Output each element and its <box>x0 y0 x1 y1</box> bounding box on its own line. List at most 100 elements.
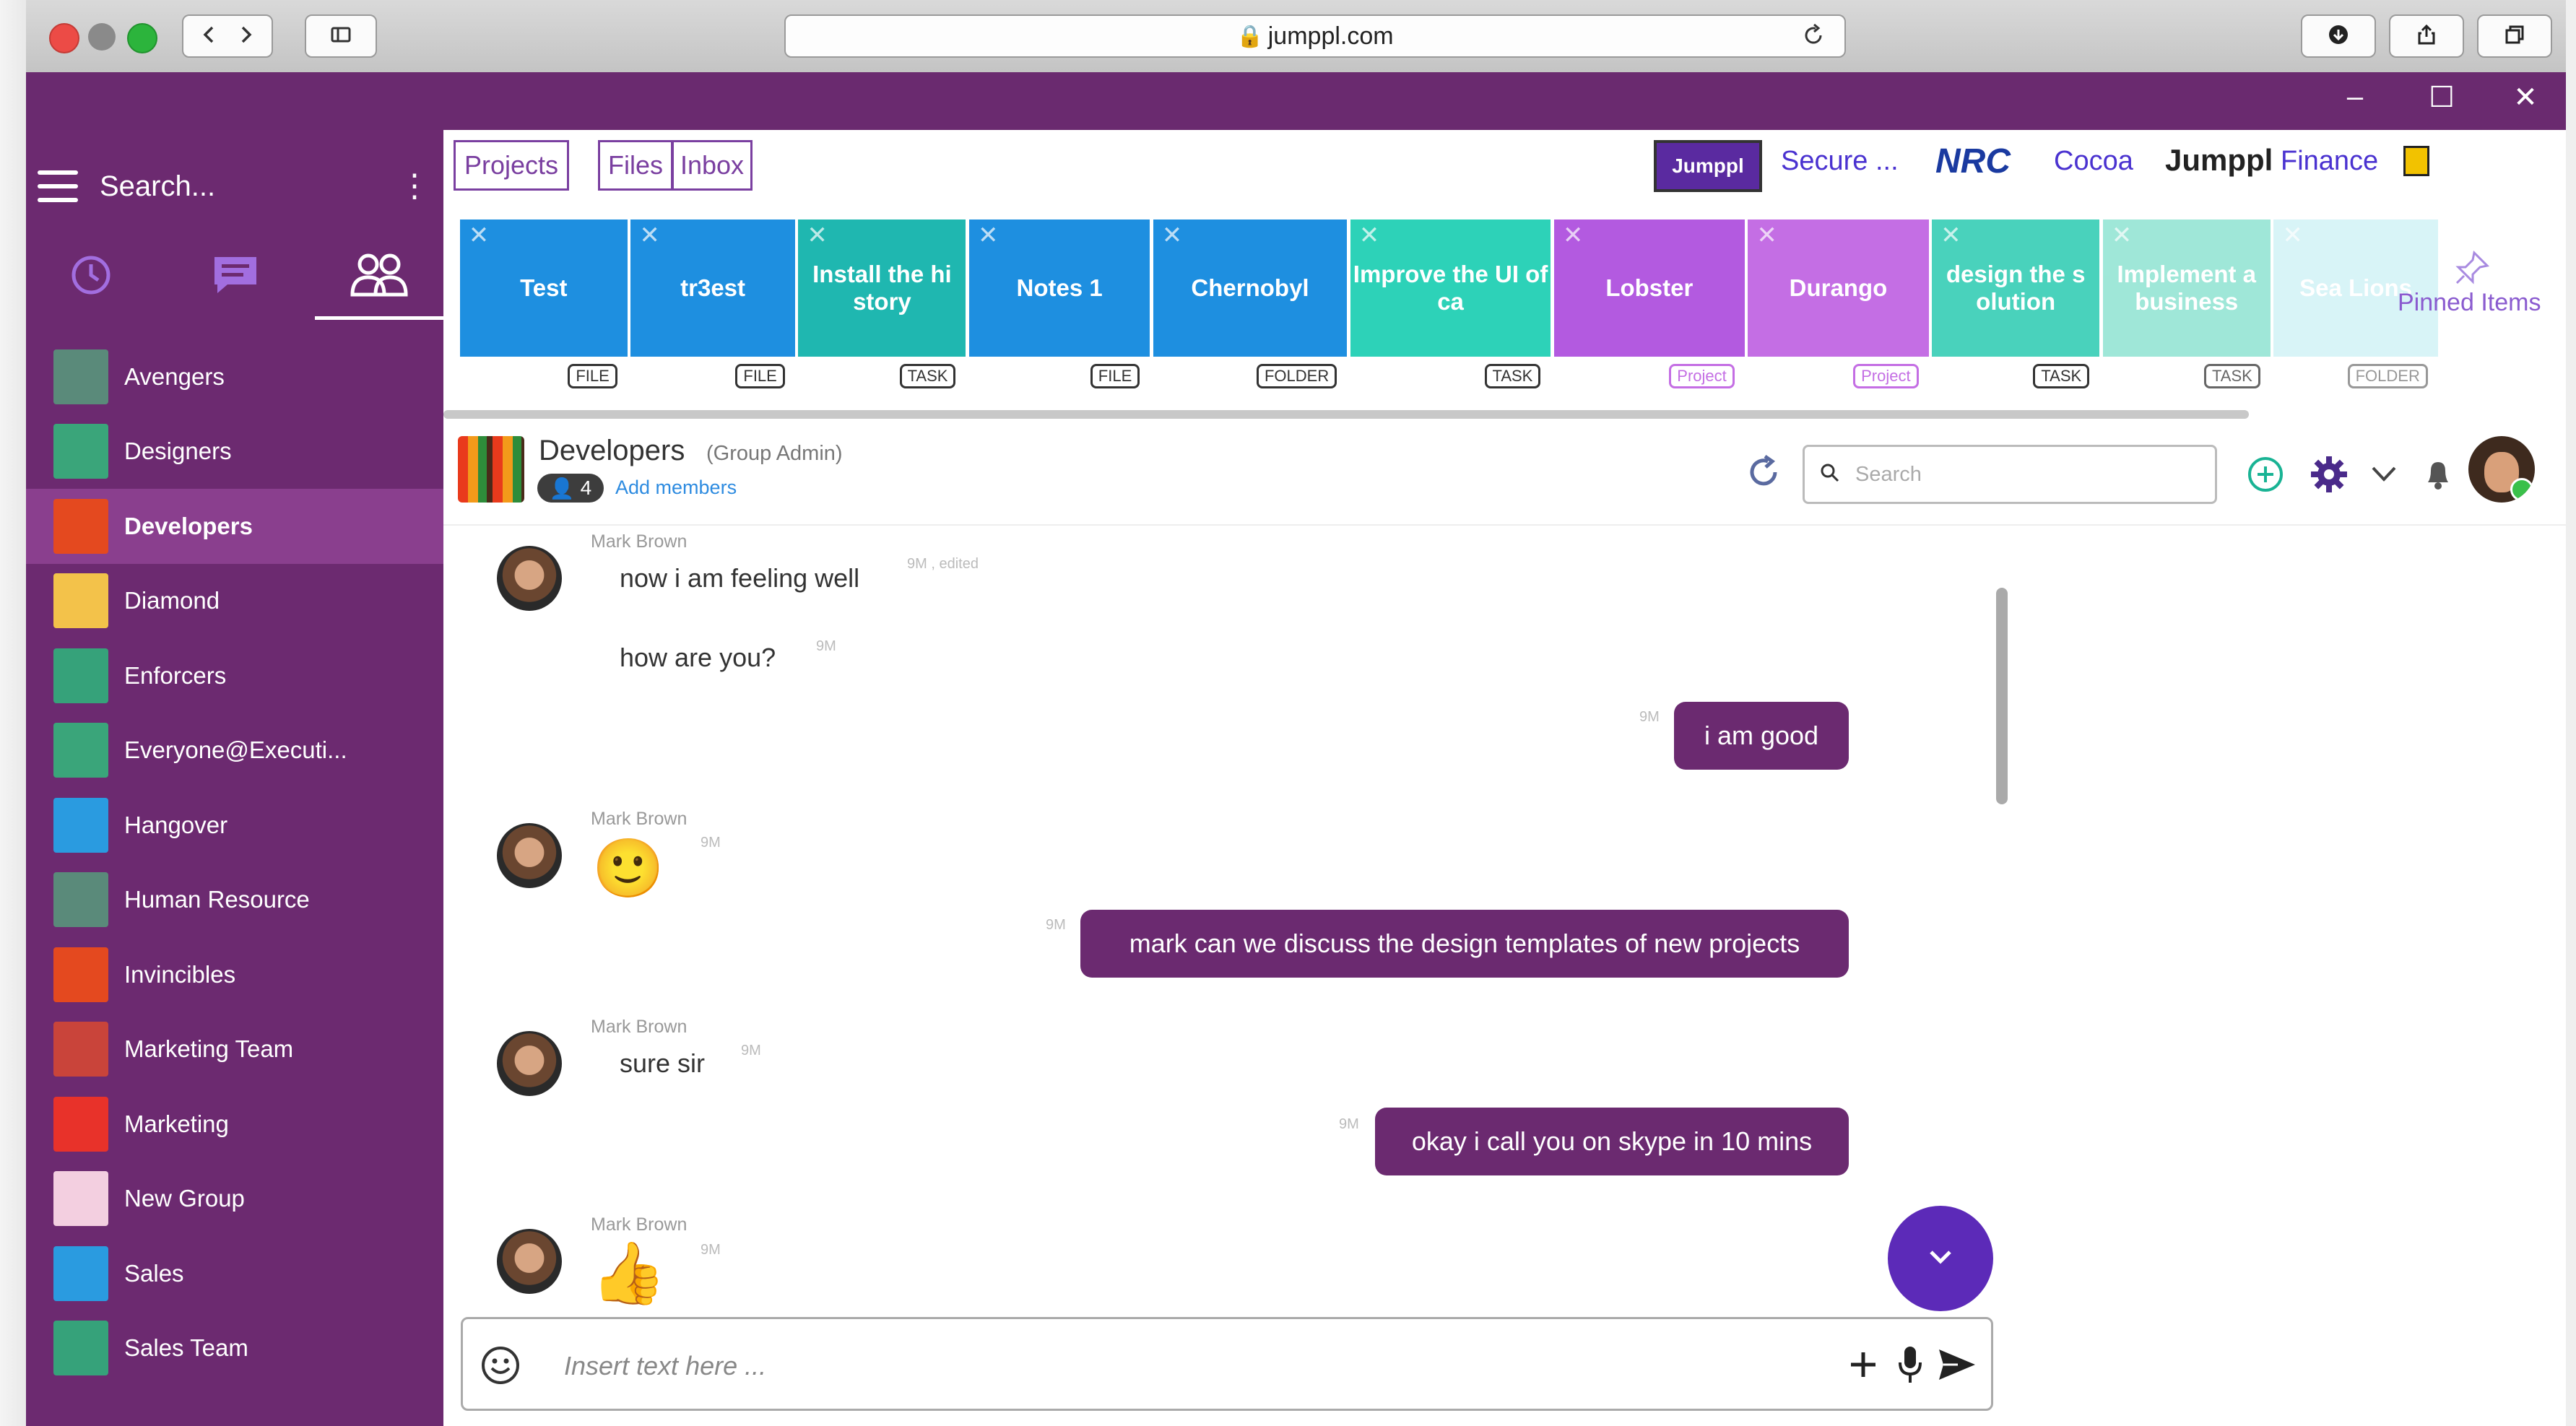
pinned-tile[interactable]: Durango ✕ Project <box>1748 219 1929 396</box>
close-window-button[interactable] <box>49 23 79 53</box>
plus-icon[interactable] <box>1847 1348 1880 1385</box>
pinned-tile[interactable]: Improve the UI of ca ✕ TASK <box>1350 219 1551 396</box>
sidebar-group-item[interactable]: Everyone@Executi... <box>26 713 443 788</box>
pinned-tile[interactable]: design the s olution ✕ TASK <box>1932 219 2100 396</box>
unpin-icon[interactable]: ✕ <box>1940 221 1961 250</box>
back-icon[interactable] <box>199 24 220 49</box>
sidebar-group-item[interactable]: Invincibles <box>26 937 443 1012</box>
workspace-secure[interactable]: Secure ... <box>1781 146 1899 177</box>
bell-icon[interactable] <box>2422 456 2454 495</box>
message-composer[interactable]: Insert text here ... <box>461 1317 1993 1411</box>
sidebar-group-item[interactable]: Marketing <box>26 1087 443 1162</box>
search-icon <box>1819 462 1841 487</box>
minimize-icon[interactable]: – <box>2337 81 2373 113</box>
address-bar[interactable]: 🔒 jumppl.com <box>784 14 1846 58</box>
chevron-down-icon[interactable] <box>2369 461 2399 490</box>
pinned-tile[interactable]: Lobster ✕ Project <box>1553 219 1745 396</box>
unpin-icon[interactable]: ✕ <box>639 221 660 250</box>
pinned-tile-footer: TASK <box>2102 357 2271 396</box>
scroll-to-bottom-button[interactable] <box>1888 1206 1993 1311</box>
sidebar-group-item[interactable]: Diamond <box>26 564 443 639</box>
pinned-tile[interactable]: Install the hi story ✕ TASK <box>798 219 966 396</box>
maximize-icon[interactable]: ☐ <box>2424 81 2460 114</box>
sidebar-icon <box>330 24 352 49</box>
share-button[interactable] <box>2389 14 2464 58</box>
unpin-icon[interactable]: ✕ <box>1563 221 1584 250</box>
sender-avatar[interactable] <box>497 1229 562 1294</box>
sidebar-group-item[interactable]: Enforcers <box>26 638 443 713</box>
unpin-icon[interactable]: ✕ <box>1756 221 1777 250</box>
zoom-window-button[interactable] <box>127 23 157 53</box>
refresh-icon[interactable] <box>1743 452 1784 496</box>
unpin-icon[interactable]: ✕ <box>1359 221 1380 250</box>
outgoing-message-bubble[interactable]: mark can we discuss the design templates… <box>1080 910 1849 978</box>
inbox-tab[interactable]: Inbox <box>672 140 753 191</box>
workspace-jumppl[interactable]: Jumppl <box>2165 143 2273 178</box>
sidebar-group-item[interactable]: Sales <box>26 1236 443 1311</box>
files-tab[interactable]: Files <box>598 140 673 191</box>
gear-icon[interactable] <box>2310 455 2349 497</box>
microphone-icon[interactable] <box>1896 1344 1925 1389</box>
downloads-button[interactable] <box>2301 14 2376 58</box>
chat-search-input[interactable]: Search <box>1803 445 2217 504</box>
workspace-cocoa[interactable]: Cocoa <box>2054 146 2133 177</box>
close-icon[interactable]: ✕ <box>2507 81 2544 114</box>
unpin-icon[interactable]: ✕ <box>2112 221 2133 250</box>
workspace-nrc[interactable]: NRC <box>1935 142 2011 181</box>
add-circle-icon[interactable] <box>2246 455 2285 497</box>
sidebar-group-item[interactable]: Designers <box>26 414 443 490</box>
message-text: now i am feeling well <box>620 563 860 593</box>
sidebar-search[interactable]: Search... ⋮ <box>26 157 443 215</box>
tab-recent[interactable] <box>40 237 142 316</box>
unpin-icon[interactable]: ✕ <box>807 221 828 250</box>
minimize-window-button[interactable] <box>88 23 116 51</box>
projects-tab[interactable]: Projects <box>454 140 569 191</box>
sender-avatar[interactable] <box>497 823 562 888</box>
pinned-tile[interactable]: tr3est ✕ FILE <box>630 219 795 396</box>
pinned-tile[interactable]: Test ✕ FILE <box>459 219 628 396</box>
sender-name: Mark Brown <box>591 809 688 829</box>
unpin-icon[interactable]: ✕ <box>2282 221 2303 250</box>
add-members-link[interactable]: Add members <box>615 477 737 499</box>
sidebar-group-item[interactable]: Human Resource <box>26 863 443 938</box>
hamburger-menu-icon[interactable] <box>38 170 78 202</box>
current-user-avatar[interactable] <box>2468 436 2535 503</box>
unpin-icon[interactable]: ✕ <box>1162 221 1183 250</box>
outgoing-message-bubble[interactable]: i am good <box>1674 702 1849 770</box>
tab-groups[interactable] <box>315 237 443 320</box>
message-scrollbar[interactable] <box>1996 588 2008 804</box>
sender-avatar[interactable] <box>497 546 562 611</box>
group-avatar <box>53 349 108 404</box>
group-name: Sales <box>124 1259 184 1287</box>
sender-avatar[interactable] <box>497 1031 562 1096</box>
sidebar-group-item[interactable]: Sales Team <box>26 1311 443 1386</box>
sidebar-group-item[interactable]: Developers <box>26 489 443 564</box>
sidebar-group-item[interactable]: New Group <box>26 1162 443 1237</box>
sidebar-group-item[interactable]: Hangover <box>26 788 443 863</box>
pinned-tile[interactable]: Chernobyl ✕ FOLDER <box>1153 219 1348 396</box>
sidebar-toggle-button[interactable] <box>305 14 377 58</box>
main-panel: Projects Files Inbox Jumppl Secure ... N… <box>443 130 2566 1426</box>
pinned-tile[interactable]: Notes 1 ✕ FILE <box>969 219 1150 396</box>
send-icon[interactable] <box>1936 1347 1978 1386</box>
sidebar-group-item[interactable]: Avengers <box>26 339 443 414</box>
workspace-badge-icon[interactable] <box>2403 146 2429 176</box>
unpin-icon[interactable]: ✕ <box>469 221 490 250</box>
workspace-jumppl-logo[interactable]: Jumppl <box>1654 140 1762 192</box>
pinned-tile-footer: Project <box>1748 357 1929 396</box>
outgoing-message-bubble[interactable]: okay i call you on skype in 10 mins <box>1375 1108 1849 1175</box>
tabs-overview-button[interactable] <box>2477 14 2552 58</box>
member-count-badge[interactable]: 👤 4 <box>537 474 604 503</box>
forward-icon[interactable] <box>235 24 256 49</box>
more-options-icon[interactable]: ⋮ <box>399 170 430 202</box>
tab-chats[interactable] <box>185 237 286 316</box>
reload-icon[interactable] <box>1801 23 1826 54</box>
unpin-icon[interactable]: ✕ <box>978 221 999 250</box>
sidebar-group-item[interactable]: Marketing Team <box>26 1012 443 1087</box>
pinned-scrollbar[interactable] <box>443 410 2249 419</box>
workspace-finance[interactable]: Finance <box>2281 146 2378 177</box>
pinned-tile[interactable]: Implement a business ✕ TASK <box>2102 219 2271 396</box>
pinned-items-button[interactable]: Pinned Items <box>2398 250 2541 317</box>
emoji-picker-icon[interactable] <box>479 1344 522 1391</box>
group-avatar <box>53 498 108 554</box>
